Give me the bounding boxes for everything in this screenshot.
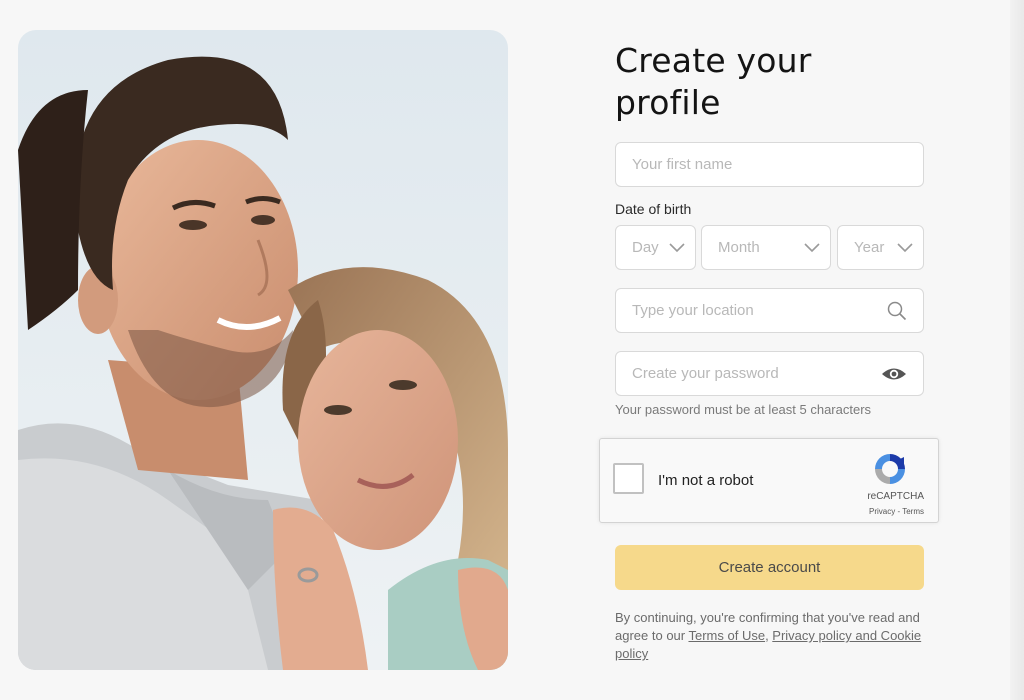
month-select-value: Month [718,239,760,256]
first-name-field[interactable]: Your first name [615,142,924,187]
create-account-button[interactable]: Create account [615,545,924,590]
chevron-down-icon [669,242,685,252]
password-placeholder: Create your password [632,365,779,382]
day-select[interactable]: Day [615,225,696,270]
first-name-placeholder: Your first name [632,156,733,173]
scrollbar-track [1010,0,1024,700]
dob-label: Date of birth [615,201,692,217]
chevron-down-icon [897,242,913,252]
recaptcha-brand: reCAPTCHA [867,491,924,502]
page-title-line2: profile [615,83,721,122]
year-select[interactable]: Year [837,225,924,270]
search-icon [887,301,907,320]
month-select[interactable]: Month [701,225,831,270]
year-select-value: Year [854,239,885,256]
recaptcha-privacy-link[interactable]: Privacy [869,507,895,516]
terms-of-use-link[interactable]: Terms of Use [688,628,765,643]
recaptcha-terms-link[interactable]: Terms [902,507,924,516]
password-hint: Your password must be at least 5 charact… [615,402,872,417]
recaptcha-checkbox[interactable] [613,463,644,494]
eye-icon[interactable] [881,365,907,383]
day-select-value: Day [632,239,659,256]
page-title-line1: Create your [615,41,812,80]
recaptcha-widget: I'm not a robot reCAPTCHA Privacy - Term… [599,438,939,523]
location-placeholder: Type your location [632,302,754,319]
chevron-down-icon [804,242,820,252]
password-field[interactable]: Create your password [615,351,924,396]
recaptcha-logo-icon [875,454,905,484]
recaptcha-label: I'm not a robot [658,472,754,489]
legal-notice: By continuing, you're confirming that yo… [615,609,935,663]
recaptcha-legal: Privacy - Terms [869,507,924,516]
page-title: Create your profile [615,40,925,124]
location-field[interactable]: Type your location [615,288,924,333]
signup-form: Create your profile [615,40,925,124]
hero-photo [18,30,508,670]
